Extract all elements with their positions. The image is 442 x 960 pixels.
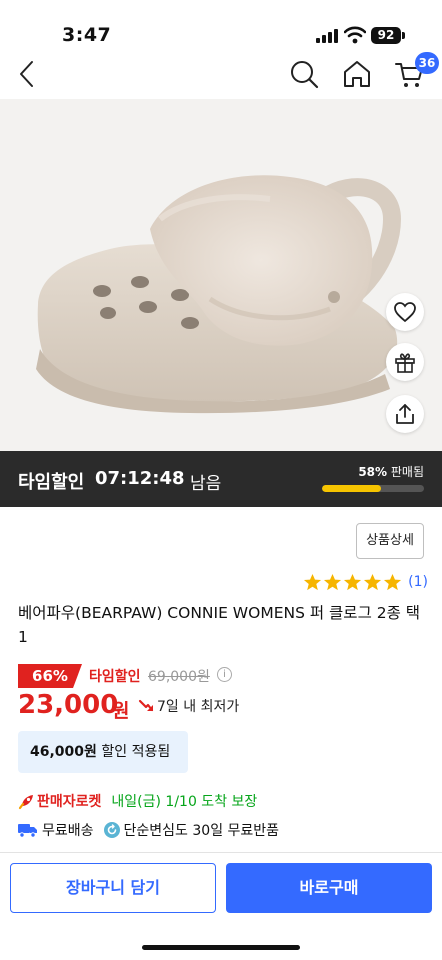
countdown-suffix: 남음 bbox=[190, 474, 222, 494]
delivery-rocket: 판매자로켓 내일(금) 1/10 도착 보장 bbox=[18, 791, 257, 811]
sold-status: 58% 판매됨 bbox=[358, 463, 424, 480]
info-icon[interactable]: i bbox=[217, 667, 232, 682]
return-icon bbox=[103, 822, 120, 838]
star-icon bbox=[324, 573, 342, 590]
divider bbox=[0, 852, 442, 853]
truck-icon bbox=[18, 823, 37, 838]
shipping-info: 무료배송 단순변심도 30일 무료반품 bbox=[18, 820, 279, 840]
product-photo bbox=[36, 175, 402, 414]
wishlist-button[interactable] bbox=[386, 293, 424, 331]
price-unit: 원 bbox=[112, 700, 130, 722]
countdown-clock: 07:12:48 bbox=[95, 468, 185, 489]
product-image[interactable] bbox=[0, 99, 442, 451]
rating-stars bbox=[303, 573, 402, 592]
arrival-date: 내일(금) 1/10 도착 보장 bbox=[111, 794, 258, 810]
buy-now-button[interactable]: 바로구매 bbox=[226, 863, 432, 913]
sold-percent: 58% bbox=[358, 465, 388, 479]
rating[interactable]: (1) bbox=[303, 571, 428, 593]
top-nav: 36 bbox=[0, 50, 442, 98]
coupon-applied-box: 46,000원 할인 적용됨 bbox=[18, 731, 188, 773]
star-icon bbox=[384, 573, 402, 590]
share-icon bbox=[396, 404, 414, 424]
rocket-icon bbox=[18, 794, 33, 809]
price-down-icon bbox=[138, 699, 154, 712]
sale-price: 23,000 bbox=[18, 690, 119, 720]
back-icon[interactable] bbox=[14, 58, 40, 90]
gift-button[interactable] bbox=[386, 343, 424, 381]
battery-icon: 92 bbox=[371, 27, 401, 44]
cart-count-badge: 36 bbox=[415, 52, 439, 74]
sold-progress-track bbox=[322, 485, 424, 492]
product-detail-button[interactable]: 상품상세 bbox=[356, 523, 424, 559]
gift-icon bbox=[395, 353, 415, 373]
home-indicator bbox=[142, 945, 300, 950]
coupon-amount: 46,000원 bbox=[30, 744, 97, 760]
original-price: 69,000원 bbox=[148, 669, 210, 685]
product-title: 베어파우(BEARPAW) CONNIE WOMENS 퍼 클로그 2종 택1 bbox=[18, 604, 421, 646]
wifi-icon bbox=[344, 26, 366, 44]
free-shipping: 무료배송 bbox=[42, 823, 94, 839]
return-policy: 단순변심도 30일 무료반품 bbox=[123, 823, 280, 839]
status-time: 3:47 bbox=[62, 24, 112, 46]
lowest-price-note: 7일 내 최저가 bbox=[157, 699, 240, 715]
share-button[interactable] bbox=[386, 395, 424, 433]
search-icon[interactable] bbox=[288, 58, 320, 90]
heart-icon bbox=[394, 302, 416, 323]
time-sale-tag: 타임할인 bbox=[89, 669, 141, 685]
add-to-cart-button[interactable]: 장바구니 담기 bbox=[10, 863, 216, 913]
star-icon bbox=[304, 573, 322, 590]
sold-progress-fill bbox=[322, 485, 382, 492]
time-sale-label: 타임할인 bbox=[18, 472, 85, 493]
sold-label: 판매됨 bbox=[390, 465, 424, 479]
coupon-text: 할인 적용됨 bbox=[101, 744, 171, 760]
star-icon bbox=[364, 573, 382, 590]
review-count[interactable]: (1) bbox=[408, 574, 428, 590]
discount-badge: 66% bbox=[18, 664, 82, 688]
time-sale-bar: 타임할인 07:12:48 남음 58% 판매됨 bbox=[0, 451, 442, 507]
home-icon[interactable] bbox=[342, 58, 372, 90]
status-bar: 3:47 92 bbox=[0, 0, 442, 54]
signal-icon bbox=[316, 29, 338, 43]
battery-tip bbox=[402, 32, 405, 39]
star-icon bbox=[344, 573, 362, 590]
rocket-name: 판매자로켓 bbox=[37, 794, 102, 810]
